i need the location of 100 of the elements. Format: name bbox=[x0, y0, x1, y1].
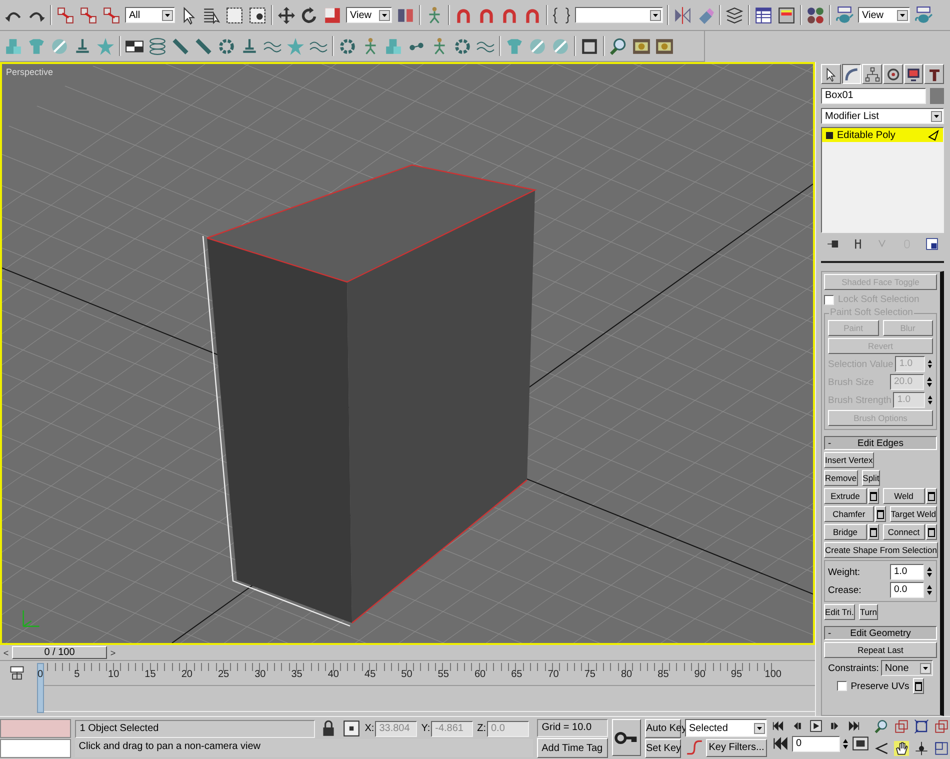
tangent-curve-icon[interactable] bbox=[685, 738, 704, 757]
modifier-list-dropdown[interactable]: Modifier List bbox=[821, 108, 944, 124]
spinner-arrows-icon[interactable] bbox=[926, 565, 933, 579]
settings-button[interactable] bbox=[868, 488, 878, 504]
next-frame-button[interactable]: > bbox=[107, 646, 119, 659]
repeat-last-button[interactable]: Repeat Last bbox=[824, 642, 937, 658]
settings-button[interactable] bbox=[926, 524, 937, 540]
viewport-label[interactable]: Perspective bbox=[6, 67, 54, 77]
teapot-icon[interactable] bbox=[914, 6, 933, 24]
settings-button[interactable] bbox=[926, 488, 937, 504]
panel-button[interactable]: Insert Vertex bbox=[824, 452, 874, 468]
named-selection-icon[interactable] bbox=[552, 6, 571, 24]
panel-button[interactable]: Bridge bbox=[824, 524, 866, 540]
coil-icon[interactable] bbox=[148, 36, 167, 56]
orbit-icon[interactable] bbox=[914, 740, 930, 756]
frame-number: 0 bbox=[36, 669, 44, 680]
set-key-button[interactable]: Set Key bbox=[645, 739, 682, 758]
viewport[interactable]: Perspective bbox=[0, 62, 815, 645]
panel-button[interactable]: Edit Tri. bbox=[824, 604, 855, 620]
mirror-icon[interactable] bbox=[673, 6, 692, 24]
panel-button[interactable]: Create Shape From Selection bbox=[824, 542, 938, 558]
spinner-field[interactable]: 0.0 bbox=[890, 582, 924, 598]
absolute-mode-icon[interactable] bbox=[342, 719, 361, 738]
spinner-arrows-icon[interactable] bbox=[926, 583, 933, 597]
play-icon[interactable] bbox=[809, 719, 824, 733]
lamp-icon[interactable] bbox=[73, 36, 92, 56]
checkbox[interactable] bbox=[836, 681, 847, 691]
move-icon[interactable] bbox=[277, 6, 296, 24]
time-slider-thumb[interactable]: 0 / 100 bbox=[12, 646, 107, 659]
color-swatch[interactable] bbox=[930, 88, 944, 104]
script-listener-field[interactable] bbox=[0, 739, 71, 758]
rotate-icon[interactable] bbox=[300, 6, 319, 24]
gear-icon[interactable] bbox=[217, 36, 236, 56]
add-time-tag-button[interactable]: Add Time Tag bbox=[536, 738, 608, 758]
spinner-field[interactable]: 1.0 bbox=[890, 564, 924, 580]
panel-button[interactable]: Remove bbox=[824, 470, 858, 486]
zoom-extents-icon[interactable] bbox=[914, 719, 930, 734]
zoom-extents-all-icon[interactable] bbox=[934, 719, 950, 734]
time-configuration-icon[interactable] bbox=[851, 734, 870, 753]
script-listener-field[interactable] bbox=[0, 719, 71, 738]
settings-button[interactable] bbox=[868, 524, 878, 540]
star-icon[interactable] bbox=[96, 36, 115, 56]
frame-number: 10 bbox=[107, 669, 120, 680]
render-setup-icon[interactable] bbox=[835, 6, 854, 24]
stack-item[interactable]: Editable Poly bbox=[822, 128, 943, 142]
tube-icon[interactable] bbox=[171, 36, 190, 56]
spinner-arrows-icon[interactable] bbox=[842, 736, 850, 750]
go-to-end-icon[interactable] bbox=[847, 719, 862, 733]
coordinate-system-dropdown[interactable]: View bbox=[346, 7, 392, 23]
render-preset-dropdown[interactable]: View bbox=[858, 7, 910, 23]
select-by-name-icon[interactable] bbox=[202, 6, 221, 24]
panel-button[interactable]: Target Weld bbox=[890, 506, 937, 522]
panel-button[interactable]: Split bbox=[862, 470, 880, 486]
link-icon[interactable] bbox=[56, 6, 75, 24]
configure-icon[interactable] bbox=[924, 237, 939, 251]
triangle-icon[interactable] bbox=[928, 130, 939, 140]
hierarchy-icon bbox=[864, 66, 880, 82]
key-mode-dropdown[interactable]: Selected bbox=[685, 719, 768, 737]
material-editor-icon[interactable] bbox=[806, 6, 825, 24]
schematic-icon[interactable] bbox=[777, 6, 796, 24]
named-selection-field[interactable] bbox=[575, 7, 663, 23]
frame-number: 35 bbox=[290, 669, 304, 680]
selection-filter-dropdown[interactable]: All bbox=[125, 7, 175, 23]
film-icon[interactable] bbox=[655, 36, 674, 56]
ring-icon[interactable] bbox=[338, 36, 357, 56]
rollout-header[interactable]: - Edit Edges bbox=[824, 436, 937, 450]
zoom-icon[interactable] bbox=[874, 719, 890, 734]
current-frame-field[interactable]: 0 bbox=[792, 736, 840, 752]
panel-button[interactable]: Connect bbox=[882, 524, 925, 540]
scale-icon[interactable] bbox=[323, 6, 342, 24]
track-bar-icon[interactable] bbox=[8, 665, 26, 681]
key-mode-icon[interactable] bbox=[771, 734, 790, 753]
film-icon[interactable] bbox=[632, 36, 651, 56]
panel-button[interactable]: Extrude bbox=[824, 488, 866, 504]
magnifier-icon[interactable] bbox=[609, 36, 628, 56]
window-crossing-icon[interactable] bbox=[248, 6, 267, 24]
panel-button[interactable]: Turn bbox=[858, 604, 878, 620]
maximize-icon[interactable] bbox=[934, 740, 950, 756]
constraints-dropdown[interactable]: None bbox=[880, 660, 933, 676]
gear-icon[interactable] bbox=[453, 36, 472, 56]
layers-icon[interactable] bbox=[725, 6, 744, 24]
settings-button[interactable] bbox=[874, 506, 886, 522]
curve-editor-icon[interactable] bbox=[754, 6, 773, 24]
panel-button[interactable]: Weld bbox=[882, 488, 925, 504]
pan-icon[interactable] bbox=[894, 740, 910, 756]
object-name-field[interactable]: Box01 bbox=[821, 88, 926, 104]
key-filters-button[interactable]: Key Filters... bbox=[706, 738, 768, 756]
rollout-header[interactable]: - Edit Geometry bbox=[824, 626, 937, 640]
prompt-text: Click and drag to pan a non-camera view bbox=[74, 739, 533, 757]
go-to-start-icon[interactable] bbox=[771, 719, 786, 733]
rectangle-selection-icon[interactable] bbox=[225, 6, 244, 24]
settings-button[interactable] bbox=[913, 678, 924, 694]
previous-frame-button[interactable]: < bbox=[0, 646, 12, 659]
window-icon[interactable] bbox=[580, 36, 599, 56]
zoom-all-icon[interactable] bbox=[894, 719, 910, 734]
field-of-view-icon[interactable] bbox=[874, 740, 890, 756]
lamp-icon[interactable] bbox=[240, 36, 259, 56]
panel-button[interactable]: Chamfer bbox=[824, 506, 874, 522]
panel-tab[interactable] bbox=[842, 64, 862, 84]
star-icon[interactable] bbox=[286, 36, 305, 56]
